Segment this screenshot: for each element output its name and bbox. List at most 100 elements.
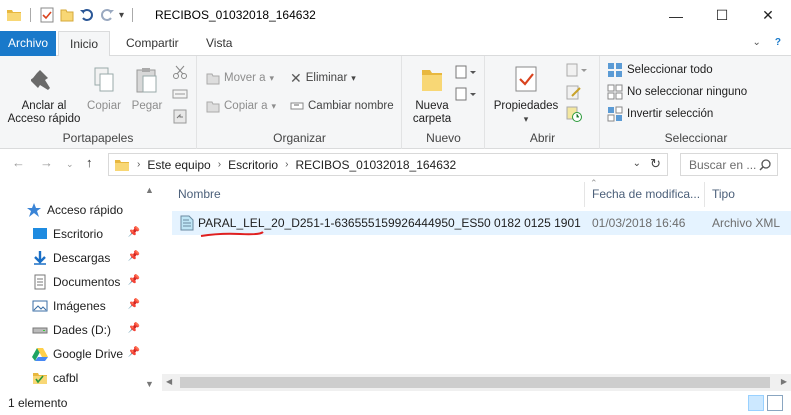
scrollbar-thumb[interactable] xyxy=(180,377,770,388)
customize-dropdown-icon[interactable]: ▾ xyxy=(119,10,124,21)
scroll-down-icon[interactable]: ▼ xyxy=(145,379,154,389)
title-bar: ▾ RECIBOS_01032018_164632 — ☐ ✕ xyxy=(0,0,791,31)
select-group: Seleccionar todo No seleccionar ninguno … xyxy=(601,56,791,149)
help-icon[interactable]: ? xyxy=(775,37,781,48)
documents-icon xyxy=(34,274,46,290)
item-count: 1 elemento xyxy=(8,396,68,410)
nav-item-documents[interactable]: Documentos 📌 xyxy=(32,271,140,293)
chevron-right-icon[interactable]: › xyxy=(285,159,288,170)
properties-dropdown-icon[interactable]: ▾ xyxy=(492,113,560,126)
copy-button[interactable]: Copiar xyxy=(84,66,124,113)
clipboard-group-label: Portapapeles xyxy=(62,131,134,145)
breadcrumb-this-pc[interactable]: Este equipo xyxy=(147,158,210,172)
back-arrow-icon[interactable]: ← xyxy=(12,155,25,170)
chevron-right-icon[interactable]: › xyxy=(137,159,140,170)
recent-locations-icon[interactable]: ⌄ xyxy=(66,159,74,170)
redo-icon[interactable] xyxy=(99,7,115,23)
scroll-right-icon[interactable]: ▶ xyxy=(781,377,787,386)
nav-item-cafbl[interactable]: cafbl xyxy=(32,367,140,389)
refresh-icon[interactable]: ↻ xyxy=(650,156,661,172)
scroll-up-icon[interactable]: ▲ xyxy=(145,185,154,195)
new-group-label: Nuevo xyxy=(426,131,461,145)
navigation-pane: Acceso rápido Escritorio 📌 Descargas 📌 D… xyxy=(0,182,160,390)
copy-label: Copiar xyxy=(87,100,121,112)
breadcrumb-desktop[interactable]: Escritorio xyxy=(228,158,278,172)
up-arrow-icon[interactable]: ↑ xyxy=(86,155,93,170)
new-item-icon[interactable] xyxy=(455,64,477,80)
tab-file[interactable]: Archivo xyxy=(0,31,56,56)
move-to-button[interactable]: Mover a ▾ xyxy=(206,68,274,88)
tab-view[interactable]: Vista xyxy=(196,31,242,56)
folder-icon xyxy=(115,159,129,171)
large-icons-view-icon[interactable] xyxy=(767,395,783,411)
copy-icon xyxy=(94,67,114,92)
nav-item-label: Imágenes xyxy=(53,299,106,313)
paste-button[interactable]: Pegar xyxy=(126,66,168,113)
table-row[interactable]: PARAL_LEL_20_D251-1-636555159926444950_E… xyxy=(172,211,791,235)
expand-ribbon-icon[interactable]: ⌄ xyxy=(753,37,761,48)
maximize-button[interactable]: ☐ xyxy=(699,0,745,31)
new-group: Nueva carpeta Nuevo xyxy=(403,56,485,149)
column-header-name[interactable]: Nombre xyxy=(170,182,221,207)
breadcrumb-current-folder[interactable]: RECIBOS_01032018_164632 xyxy=(295,158,456,172)
scroll-left-icon[interactable]: ◀ xyxy=(166,377,172,386)
delete-button[interactable]: ✕ Eliminar ▾ xyxy=(290,68,356,88)
select-all-label: Seleccionar todo xyxy=(627,64,713,76)
nav-scrollbar[interactable]: ▲ ▼ xyxy=(143,183,157,391)
organize-group: Mover a ▾ Copiar a ▾ ✕ Eliminar ▾ Cambiar n… xyxy=(198,56,402,149)
file-name-highlight: PARAL_LEL xyxy=(198,216,265,230)
open-group-label: Abrir xyxy=(529,131,556,145)
paste-shortcut-icon[interactable] xyxy=(172,108,188,124)
edit-icon[interactable] xyxy=(566,84,582,100)
easy-access-icon[interactable] xyxy=(455,86,477,102)
properties-button[interactable]: Propiedades ▾ xyxy=(492,64,560,126)
separator xyxy=(30,8,31,22)
column-header-date[interactable]: Fecha de modifica... xyxy=(584,182,700,207)
select-all-button[interactable]: Seleccionar todo xyxy=(607,60,713,80)
details-view-icon[interactable] xyxy=(748,395,764,411)
properties-icon[interactable] xyxy=(39,7,55,23)
nav-item-label: Escritorio xyxy=(53,227,104,241)
nav-item-pictures[interactable]: Imágenes 📌 xyxy=(32,295,140,317)
column-header-type[interactable]: Tipo xyxy=(704,182,735,207)
file-list: Nombre Fecha de modifica... Tipo ⌃ PARAL… xyxy=(162,178,791,390)
new-folder-icon[interactable] xyxy=(59,7,75,23)
invert-selection-button[interactable]: Invertir selección xyxy=(607,104,713,124)
tab-home[interactable]: Inicio xyxy=(58,31,110,57)
select-none-button[interactable]: No seleccionar ninguno xyxy=(607,82,747,102)
copy-to-icon xyxy=(206,101,220,113)
ribbon-tabs: Archivo Inicio Compartir Vista ⌄ ? xyxy=(0,31,791,57)
forward-arrow-icon[interactable]: → xyxy=(40,155,53,170)
history-icon[interactable] xyxy=(566,106,582,122)
chevron-right-icon[interactable]: › xyxy=(218,159,221,170)
close-button[interactable]: ✕ xyxy=(745,0,791,31)
select-group-label: Seleccionar xyxy=(664,131,728,145)
rename-button[interactable]: Cambiar nombre xyxy=(290,96,394,116)
copy-to-button[interactable]: Copiar a ▾ xyxy=(206,96,276,116)
new-folder-button[interactable]: Nueva carpeta xyxy=(407,64,457,126)
pin-quick-access-button[interactable]: Anclar al Acceso rápido xyxy=(6,66,82,126)
address-dropdown-icon[interactable]: ⌄ xyxy=(633,158,641,169)
properties-icon xyxy=(515,66,537,92)
search-input[interactable]: Buscar en ... xyxy=(680,153,778,176)
open-icon[interactable] xyxy=(566,62,588,78)
copy-path-icon[interactable] xyxy=(172,86,188,102)
file-date: 01/03/2018 16:46 xyxy=(592,216,686,230)
nav-item-label: Dades (D:) xyxy=(53,323,112,337)
nav-item-drive-d[interactable]: Dades (D:) 📌 xyxy=(32,319,140,341)
folder-icon xyxy=(7,10,21,21)
drive-icon xyxy=(32,327,48,334)
minimize-button[interactable]: — xyxy=(653,0,699,31)
cut-icon[interactable] xyxy=(172,64,188,80)
tab-share[interactable]: Compartir xyxy=(116,31,189,56)
red-underline-annotation xyxy=(200,231,264,237)
nav-item-google-drive[interactable]: Google Drive 📌 xyxy=(32,343,140,365)
horizontal-scrollbar[interactable]: ◀ ▶ xyxy=(162,374,791,391)
undo-icon[interactable] xyxy=(79,7,95,23)
address-bar[interactable]: › Este equipo › Escritorio › RECIBOS_010… xyxy=(108,153,668,176)
pin-icon: 📌 xyxy=(127,299,140,310)
nav-item-desktop[interactable]: Escritorio 📌 xyxy=(32,223,140,245)
pictures-icon xyxy=(32,300,48,312)
folder-icon xyxy=(33,373,47,384)
nav-item-downloads[interactable]: Descargas 📌 xyxy=(32,247,140,269)
